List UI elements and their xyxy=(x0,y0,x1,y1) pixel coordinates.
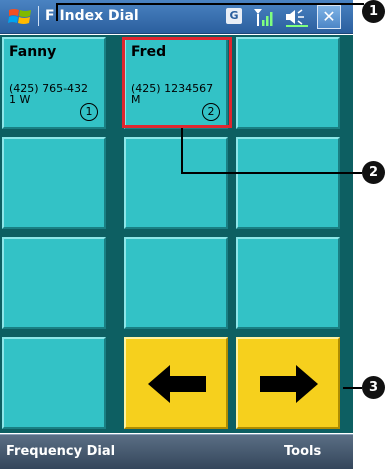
gprs-status-icon: G xyxy=(226,8,242,24)
dial-tile-empty[interactable] xyxy=(236,237,340,329)
app-title: F Index Dial xyxy=(45,8,139,24)
title-bar: F Index Dial G ✕ xyxy=(0,0,353,34)
dial-tile-empty[interactable] xyxy=(124,137,228,229)
dial-tile-empty[interactable] xyxy=(2,337,106,429)
close-button[interactable]: ✕ xyxy=(317,5,341,29)
volume-icon[interactable] xyxy=(284,7,310,27)
signal-strength-icon[interactable] xyxy=(253,6,275,28)
windows-start-icon[interactable] xyxy=(6,5,34,29)
tools-softkey[interactable]: Tools xyxy=(284,444,321,459)
right-arrow-icon xyxy=(260,365,318,403)
contact-name: Fanny xyxy=(9,44,57,60)
callout-2-line xyxy=(181,128,183,173)
frequency-dial-softkey[interactable]: Frequency Dial xyxy=(6,444,115,459)
highlight-box xyxy=(122,37,232,128)
dial-tile-empty[interactable] xyxy=(2,237,106,329)
soft-key-bar: Frequency Dial Tools xyxy=(0,434,353,469)
previous-page-button[interactable] xyxy=(124,337,228,429)
dial-tile-fanny[interactable]: Fanny (425) 765-432 1 W 1 xyxy=(2,37,106,129)
callout-1-line xyxy=(56,3,364,5)
title-separator xyxy=(38,6,39,26)
speed-dial-index: 1 xyxy=(80,103,98,121)
device-screen: F Index Dial G ✕ Fanny (425) 765-432 1 W… xyxy=(0,0,353,469)
dial-tile-empty[interactable] xyxy=(2,137,106,229)
callout-2-marker: 2 xyxy=(362,161,385,184)
callout-3-line xyxy=(343,387,362,389)
callout-3-marker: 3 xyxy=(362,376,385,399)
next-page-button[interactable] xyxy=(236,337,340,429)
contact-phone: (425) 765-432 1 W xyxy=(9,82,89,106)
callout-1-marker: 1 xyxy=(362,0,385,23)
left-arrow-icon xyxy=(148,365,206,403)
dial-tile-empty[interactable] xyxy=(124,237,228,329)
dial-tile-empty[interactable] xyxy=(236,37,340,129)
dial-tile-empty[interactable] xyxy=(236,137,340,229)
callout-1-line xyxy=(56,3,58,21)
callout-2-line xyxy=(181,172,362,174)
